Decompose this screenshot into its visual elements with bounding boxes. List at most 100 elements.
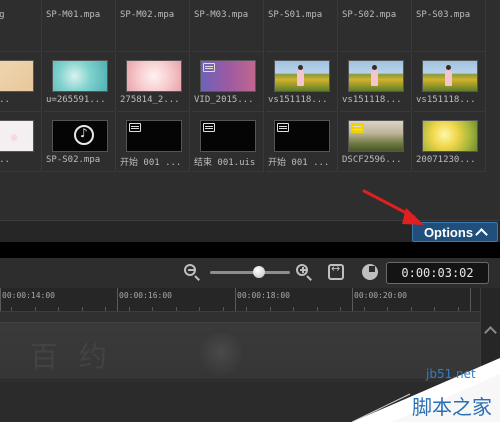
library-item[interactable]: 开始 001 ... xyxy=(118,112,190,172)
zoom-slider[interactable] xyxy=(210,266,290,278)
ruler-major-tick xyxy=(470,288,471,311)
video-thumbnail xyxy=(348,120,404,152)
chevron-up-icon xyxy=(475,227,488,241)
library-item[interactable]: 03.jpg xyxy=(0,0,42,52)
library-item[interactable]: SP-M02.mpa xyxy=(118,0,190,52)
library-item[interactable]: 0820... xyxy=(0,112,42,172)
library-item-caption: 0820... xyxy=(0,155,10,165)
clock-icon[interactable] xyxy=(362,264,378,280)
fit-to-window-icon[interactable] xyxy=(328,262,344,280)
library-item-caption: 275814_2... xyxy=(120,95,180,105)
ruler-tick-label: 00:00:16:00 xyxy=(119,291,172,300)
library-item-caption: 开始 001 ... xyxy=(268,158,330,168)
image-thumbnail xyxy=(52,60,108,92)
person-figure xyxy=(371,65,378,86)
ruler-minor-tick xyxy=(434,307,435,311)
video-thumbnail xyxy=(126,120,182,152)
library-item-caption: 03.jpg xyxy=(0,10,5,20)
zoom-in-icon xyxy=(296,264,308,276)
zoom-out-icon xyxy=(184,264,196,276)
library-item-caption: vs151118... xyxy=(342,95,402,105)
library-item[interactable]: SP-S01.mpa xyxy=(266,0,338,52)
timeline-toolbar: 0:00:03:02 xyxy=(0,258,500,288)
library-item[interactable]: HD-P... xyxy=(0,52,42,112)
zoom-out-button[interactable] xyxy=(183,263,201,281)
ruler-minor-tick xyxy=(11,307,12,311)
music-note-icon xyxy=(74,125,94,145)
library-item-caption: SP-M01.mpa xyxy=(46,10,101,20)
ruler-major-tick xyxy=(117,288,118,311)
library-item[interactable]: vs151118... xyxy=(266,52,338,112)
ruler-minor-tick xyxy=(340,307,341,311)
library-item-caption: vs151118... xyxy=(416,95,476,105)
library-item[interactable]: vs151118... xyxy=(340,52,412,112)
library-item-caption: SP-M03.mpa xyxy=(194,10,249,20)
ruler-minor-tick xyxy=(293,307,294,311)
library-item-caption: SP-S02.mpa xyxy=(342,10,397,20)
image-thumbnail xyxy=(126,60,182,92)
library-item-caption: u=265591... xyxy=(46,95,106,105)
library-item[interactable]: SP-S03.mpa xyxy=(414,0,486,52)
library-item[interactable]: DSCF2596... xyxy=(340,112,412,172)
media-library: 03.jpg SP-M01.mpa SP-M02.mpa SP-M03.mpa … xyxy=(0,0,500,220)
person-figure xyxy=(445,65,452,86)
watermark-site: jb51.net xyxy=(426,367,476,381)
site-watermark: jb51.net 脚本之家 xyxy=(352,358,500,422)
library-item-caption: SP-S03.mpa xyxy=(416,10,471,20)
library-item[interactable]: 20071230... xyxy=(414,112,486,172)
film-icon xyxy=(129,123,141,132)
library-item[interactable]: 开始 001 ... xyxy=(266,112,338,172)
ruler-major-tick xyxy=(235,288,236,311)
library-item-caption: VID_2015... xyxy=(194,95,254,105)
library-item[interactable]: 结束 001.uis xyxy=(192,112,264,172)
chevron-up-icon[interactable] xyxy=(484,326,497,339)
video-thumbnail xyxy=(200,120,256,152)
ruler-minor-tick xyxy=(81,307,83,311)
ruler-minor-tick xyxy=(152,307,153,311)
panel-separator xyxy=(0,242,500,258)
library-item-caption: SP-S02.mpa xyxy=(46,155,101,165)
audio-thumbnail xyxy=(52,120,108,152)
red-arrow-annotation xyxy=(362,189,424,225)
ruler-tick-label: 00:00:20:00 xyxy=(354,291,407,300)
timeline-ruler[interactable]: 00:00:14:00 00:00:16:00 00:00:18:00 00:0… xyxy=(0,288,480,312)
library-item[interactable]: SP-S02.mpa xyxy=(44,112,116,172)
ruler-minor-tick xyxy=(105,307,106,311)
ruler-minor-tick xyxy=(222,307,224,311)
film-icon xyxy=(277,123,289,132)
ruler-minor-tick xyxy=(246,307,247,311)
swirl-graphic xyxy=(198,329,244,375)
library-item[interactable]: vs151118... xyxy=(414,52,486,112)
library-item[interactable]: u=265591... xyxy=(44,52,116,112)
zoom-slider-thumb[interactable] xyxy=(253,266,265,278)
library-item[interactable]: SP-S02.mpa xyxy=(340,0,412,52)
watermark-text: 脚本之家 xyxy=(412,395,492,419)
video-thumbnail xyxy=(274,120,330,152)
ruler-minor-tick xyxy=(128,307,130,311)
library-item-caption: DSCF2596... xyxy=(342,155,402,165)
library-grid: 03.jpg SP-M01.mpa SP-M02.mpa SP-M03.mpa … xyxy=(0,0,486,172)
video-thumbnail xyxy=(422,60,478,92)
library-item[interactable]: SP-M03.mpa xyxy=(192,0,264,52)
ruler-major-tick xyxy=(0,288,1,311)
library-item-caption: 开始 001 ... xyxy=(120,158,182,168)
ruler-minor-tick xyxy=(363,307,365,311)
ruler-minor-tick xyxy=(410,307,412,311)
library-item-caption: vs151118... xyxy=(268,95,328,105)
zoom-in-button[interactable] xyxy=(295,263,313,281)
track-clip-text: 百 约 xyxy=(30,340,113,373)
library-item[interactable]: 275814_2... xyxy=(118,52,190,112)
timecode-display[interactable]: 0:00:03:02 xyxy=(386,262,489,284)
film-icon xyxy=(203,63,215,72)
timecode-value: 0:00:03:02 xyxy=(401,266,474,280)
library-item[interactable]: SP-M01.mpa xyxy=(44,0,116,52)
film-icon xyxy=(203,123,215,132)
options-label: Options xyxy=(423,224,474,240)
library-item-caption: 结束 001.uis xyxy=(194,158,256,168)
library-item-caption: SP-M02.mpa xyxy=(120,10,175,20)
film-icon xyxy=(351,123,364,133)
library-item-caption: SP-S01.mpa xyxy=(268,10,323,20)
ruler-minor-tick xyxy=(199,307,200,311)
library-item[interactable]: VID_2015... xyxy=(192,52,264,112)
ruler-tick-label: 00:00:18:00 xyxy=(237,291,290,300)
